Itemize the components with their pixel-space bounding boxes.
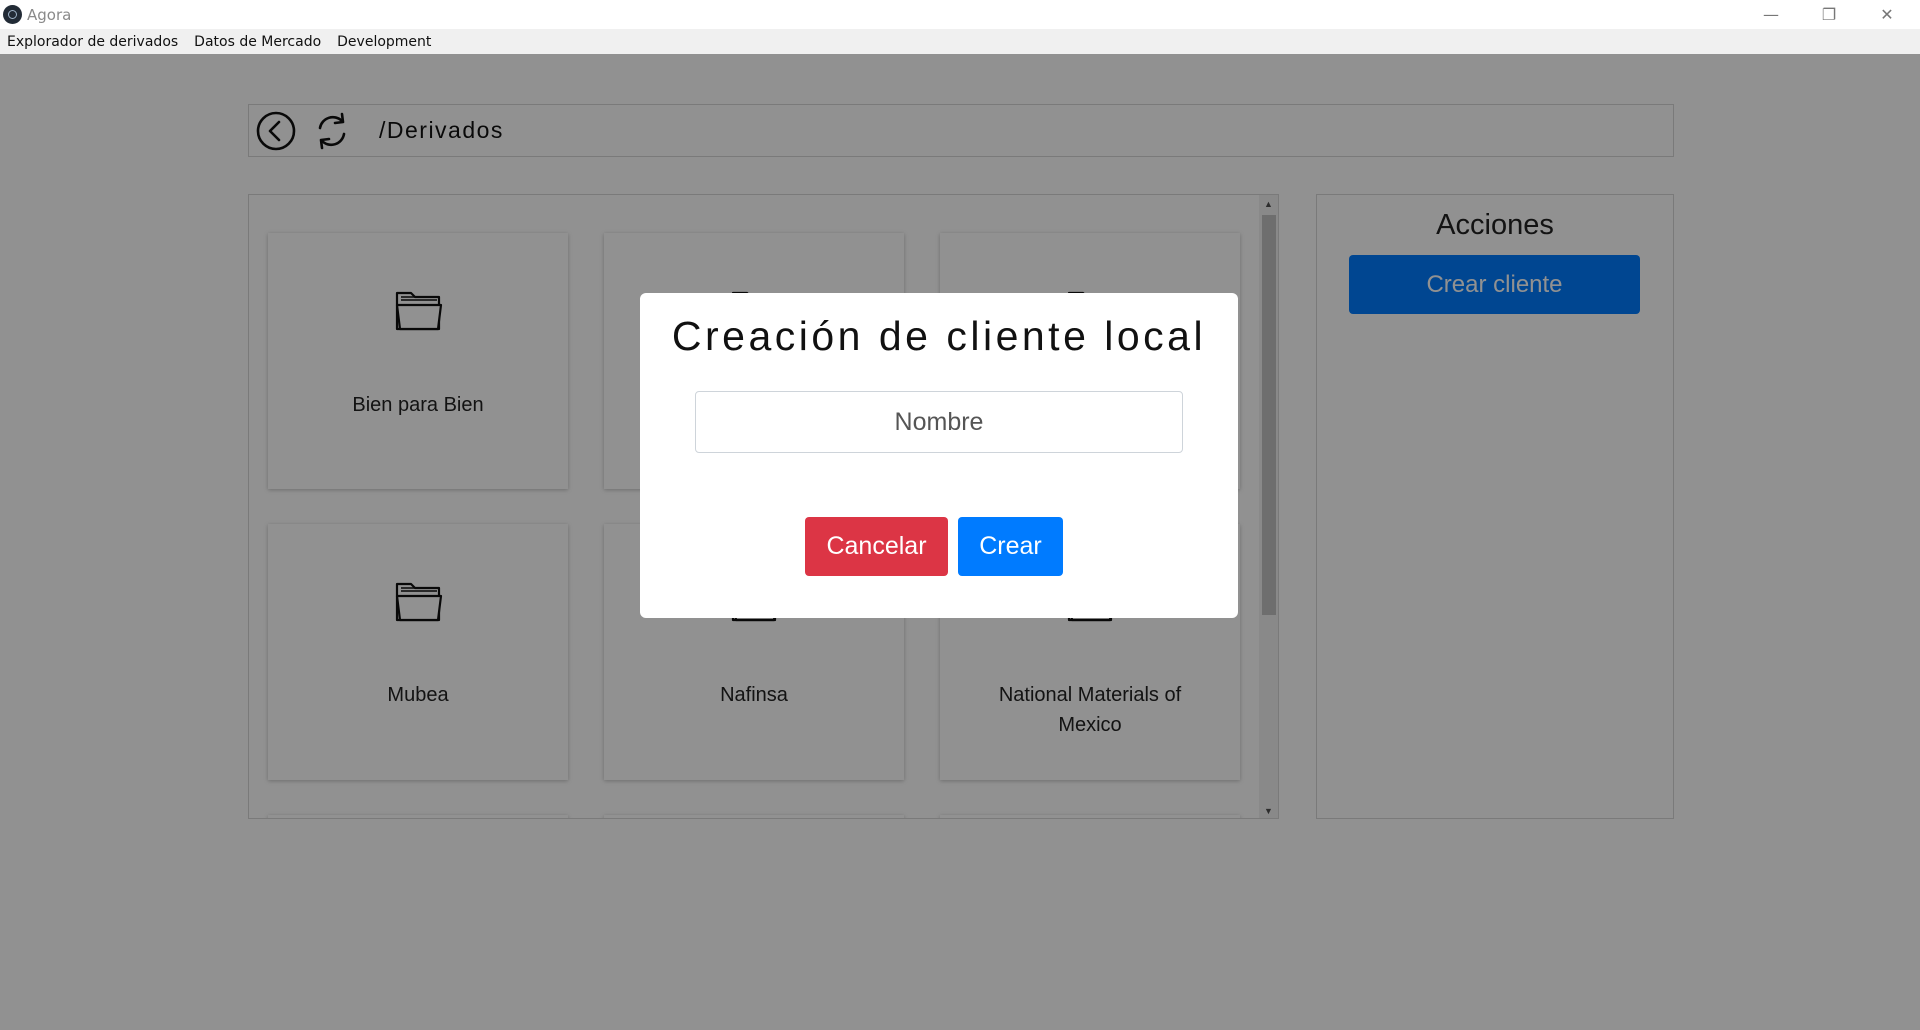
menu-development[interactable]: Development [337,34,431,50]
maximize-icon[interactable]: ❐ [1800,0,1858,29]
app-logo-icon [3,5,22,24]
menu-bar: Explorador de derivados Datos de Mercado… [0,29,1920,54]
window-title: Agora [27,6,72,24]
close-icon[interactable]: ✕ [1858,0,1916,29]
title-bar: Agora — ❐ ✕ [0,0,1920,29]
menu-datos-mercado[interactable]: Datos de Mercado [194,34,321,50]
create-client-modal: Creación de cliente local Cancelar Crear [640,293,1238,618]
client-name-input[interactable] [695,391,1183,453]
create-button[interactable]: Crear [958,517,1063,576]
menu-explorador-derivados[interactable]: Explorador de derivados [7,34,178,50]
modal-title: Creación de cliente local [671,313,1207,359]
cancel-button[interactable]: Cancelar [805,517,948,576]
minimize-icon[interactable]: — [1742,0,1800,29]
